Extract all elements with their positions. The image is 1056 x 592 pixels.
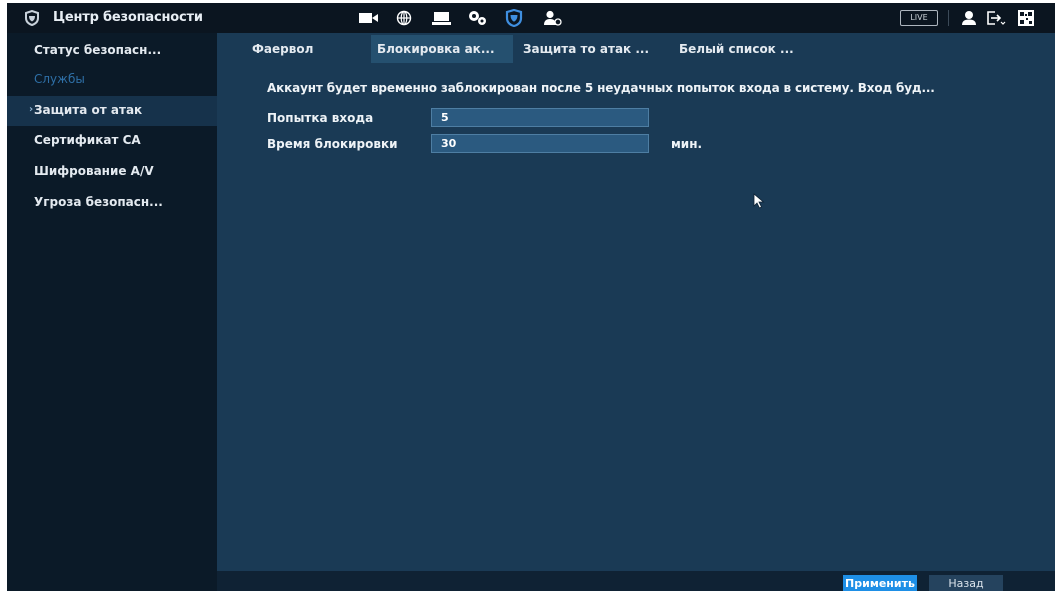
camera-icon[interactable] xyxy=(359,12,379,24)
login-attempt-label: Попытка входа xyxy=(267,111,374,125)
sidebar: Статус безопасн... Службы › Защита от ат… xyxy=(7,33,217,591)
sidebar-item-label: Защита от атак xyxy=(34,103,143,117)
top-bar: Центр безопасности LIVE xyxy=(7,3,1055,33)
security-icon[interactable] xyxy=(505,9,523,27)
tab-firewall[interactable]: Фаервол xyxy=(252,35,362,63)
chevron-right-icon: › xyxy=(29,104,34,115)
separator xyxy=(948,10,949,26)
network-icon[interactable] xyxy=(396,10,412,26)
lock-time-input[interactable]: 30 xyxy=(431,134,649,153)
sidebar-item-label: Статус безопасн... xyxy=(34,43,162,57)
lock-time-label: Время блокировки xyxy=(267,137,398,151)
main-panel: Фаервол Блокировка ак... Защита то атак … xyxy=(217,33,1055,571)
login-attempt-input[interactable]: 5 xyxy=(431,108,649,127)
sidebar-item-services[interactable]: Службы xyxy=(7,65,217,95)
app-title: Центр безопасности xyxy=(53,10,203,25)
apply-button[interactable]: Применить xyxy=(843,575,917,591)
logout-icon[interactable] xyxy=(986,10,1006,26)
qr-icon[interactable] xyxy=(1018,10,1034,26)
system-icon[interactable] xyxy=(468,10,488,26)
bottom-bar: Применить Назад xyxy=(217,571,1055,591)
shield-icon xyxy=(25,10,39,26)
tab-account-lockout[interactable]: Блокировка ак... xyxy=(371,35,513,63)
sidebar-item-label: Службы xyxy=(34,72,85,86)
tab-attack-protection[interactable]: Защита то атак ... xyxy=(519,35,669,63)
mouse-cursor-icon xyxy=(753,193,765,209)
window: Центр безопасности LIVE Статус безопасн.… xyxy=(7,3,1055,591)
lock-time-unit: мин. xyxy=(671,137,703,151)
sidebar-item-attack-protection[interactable]: › Защита от атак xyxy=(7,96,217,126)
storage-icon[interactable] xyxy=(432,12,451,25)
user-icon[interactable] xyxy=(961,10,977,26)
sidebar-item-label: Угроза безопасн... xyxy=(34,195,163,209)
sidebar-item-av-encryption[interactable]: Шифрование A/V xyxy=(7,157,217,187)
sidebar-item-security-threat[interactable]: Угроза безопасн... xyxy=(7,188,217,218)
lockout-notice: Аккаунт будет временно заблокирован посл… xyxy=(267,81,935,95)
account-icon[interactable] xyxy=(544,10,562,26)
sidebar-item-label: Сертификат CA xyxy=(34,133,141,147)
back-button[interactable]: Назад xyxy=(929,575,1003,591)
sidebar-item-label: Шифрование A/V xyxy=(34,164,154,178)
sidebar-item-ca-certificate[interactable]: Сертификат CA xyxy=(7,126,217,156)
live-button[interactable]: LIVE xyxy=(900,10,938,26)
tab-whitelist[interactable]: Белый список ... xyxy=(675,35,815,63)
sidebar-item-security-status[interactable]: Статус безопасн... xyxy=(7,36,217,66)
